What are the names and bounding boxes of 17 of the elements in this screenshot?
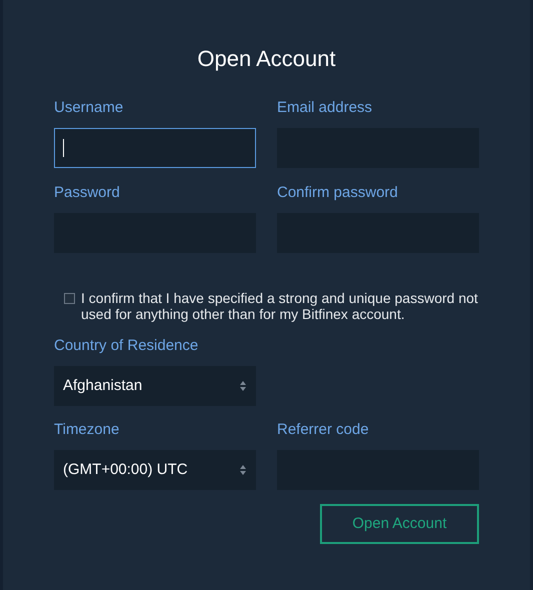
input-field[interactable] [54, 128, 256, 168]
field-label: Password [54, 183, 121, 203]
field-label: Country of Residence [54, 336, 200, 356]
confirm-checkbox[interactable] [64, 293, 75, 304]
text-cursor [63, 139, 64, 157]
select-field[interactable]: (GMT+00:00) UTC [54, 450, 256, 490]
field-label: Username [54, 98, 124, 118]
field-label: Referrer code [277, 420, 370, 440]
field-label: Email address [277, 98, 374, 118]
form-title: Open Account [197, 45, 336, 73]
sort-icon [239, 464, 247, 476]
field-label: Confirm password [277, 183, 399, 203]
select-field[interactable]: Afghanistan [54, 366, 256, 406]
field-label: Timezone [54, 420, 120, 440]
confirm-text: I confirm that I have specified a strong and unique password not used for anything other than for my Bitfinex account. [81, 290, 479, 322]
open-account-button[interactable]: Open Account [320, 504, 479, 544]
sort-icon [239, 380, 247, 392]
